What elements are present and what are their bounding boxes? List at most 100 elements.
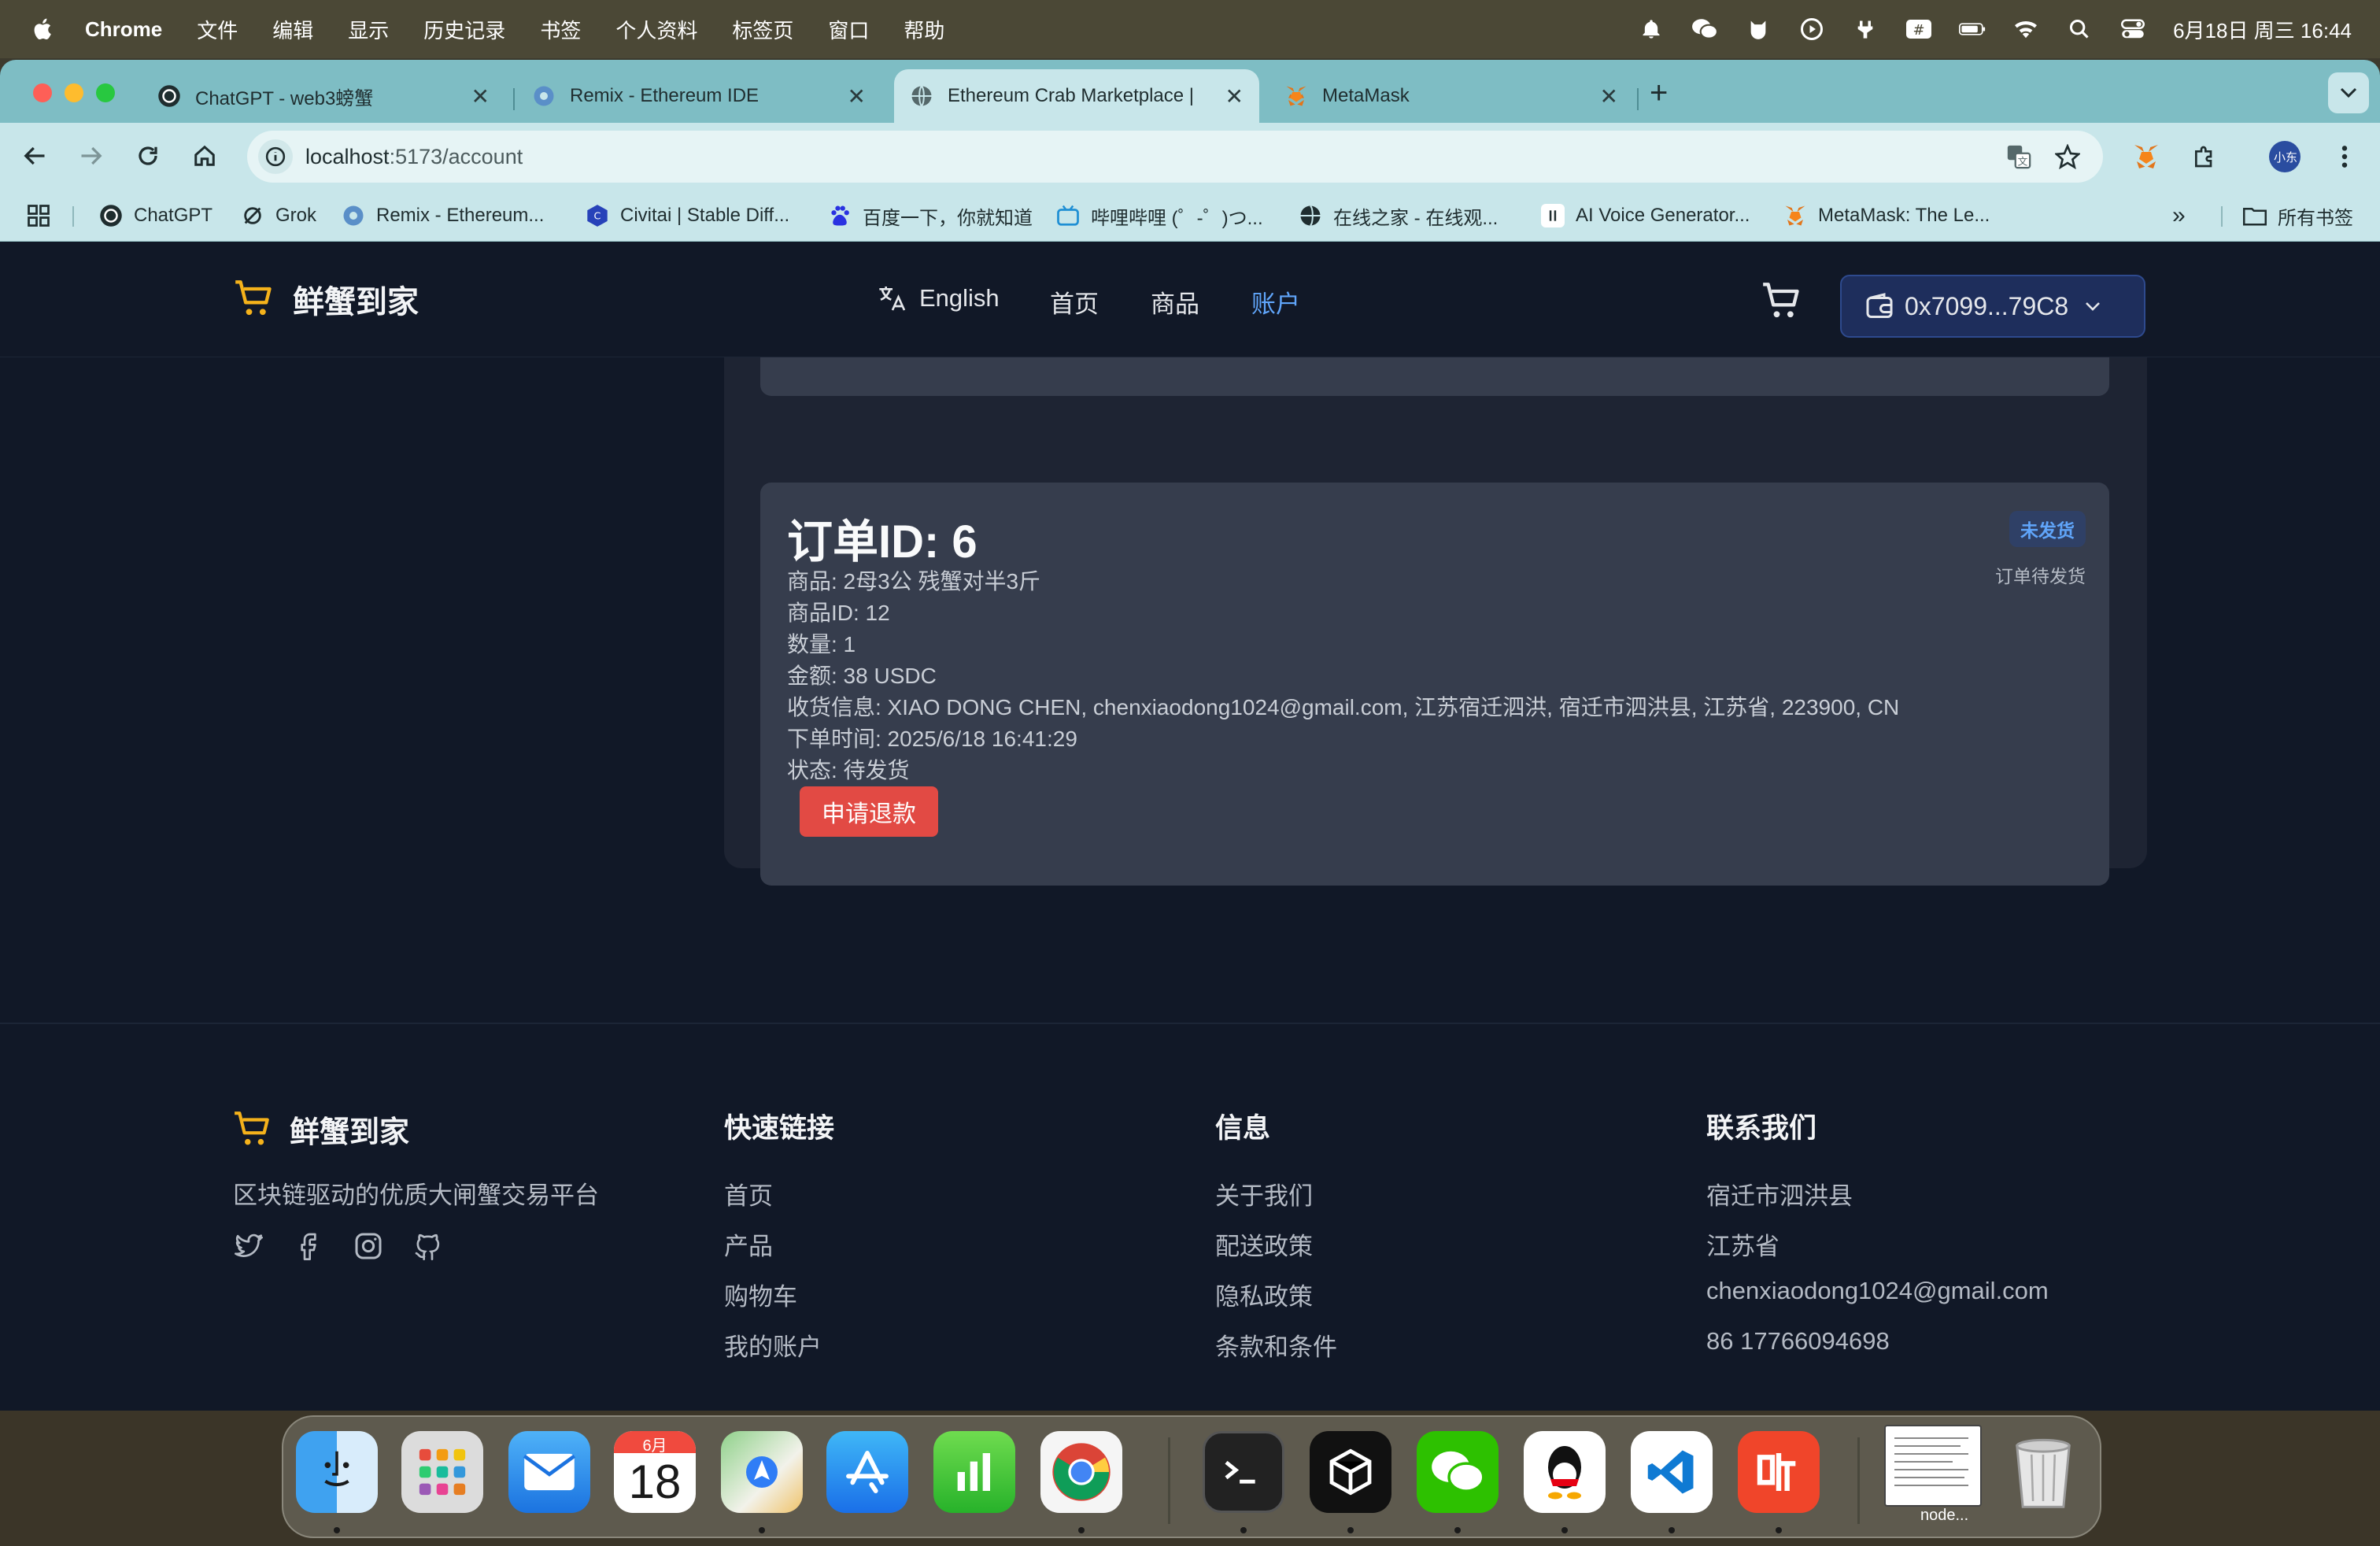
translate-icon[interactable]: 文 [2002, 140, 2035, 173]
maps-icon[interactable] [721, 1431, 803, 1513]
menu-bookmarks[interactable]: 书签 [540, 15, 581, 44]
menu-history[interactable]: 历史记录 [423, 15, 505, 44]
bookmark-remix[interactable]: Remix - Ethereum... [342, 202, 544, 230]
cart-button[interactable] [1761, 281, 1802, 322]
mail-icon[interactable] [508, 1431, 590, 1513]
instagram-icon[interactable] [353, 1230, 384, 1262]
tab-metamask[interactable]: MetaMask ✕ [1269, 69, 1634, 123]
wechat-icon[interactable] [1417, 1431, 1499, 1513]
close-tab-icon[interactable]: ✕ [471, 83, 490, 109]
close-tab-icon[interactable]: ✕ [1600, 83, 1618, 109]
wechat-icon[interactable] [1691, 16, 1719, 43]
url-text[interactable]: localhost:5173/account [305, 145, 523, 169]
footer-link-account[interactable]: 我的账户 [724, 1327, 834, 1378]
search-icon[interactable] [2066, 16, 2093, 43]
menu-file[interactable]: 文件 [197, 15, 238, 44]
vscode-icon[interactable] [1631, 1431, 1713, 1513]
footer-link-about[interactable]: 关于我们 [1215, 1176, 1337, 1226]
site-info-icon[interactable] [258, 139, 293, 174]
bookmark-grok[interactable]: Grok [241, 202, 316, 230]
chrome-icon[interactable] [1040, 1431, 1122, 1513]
footer-link-shipping[interactable]: 配送政策 [1215, 1226, 1337, 1277]
fork-icon[interactable] [1852, 16, 1879, 43]
footer-link-home[interactable]: 首页 [724, 1176, 834, 1226]
ting-icon[interactable] [1738, 1431, 1820, 1513]
github-icon[interactable] [412, 1230, 444, 1262]
apple-icon[interactable] [30, 16, 57, 43]
numbers-icon[interactable] [933, 1431, 1015, 1513]
footer-link-terms[interactable]: 条款和条件 [1215, 1327, 1337, 1378]
close-tab-icon[interactable]: ✕ [848, 83, 866, 109]
tab-remix[interactable]: Remix - Ethereum IDE ✕ [516, 69, 881, 123]
qq-icon[interactable] [1524, 1431, 1606, 1513]
cube-app-icon[interactable] [1310, 1431, 1391, 1513]
bookmark-bilibili[interactable]: 哔哩哔哩 (゜-゜)つ... [1056, 202, 1263, 230]
extensions-puzzle-icon[interactable] [2188, 140, 2221, 173]
macos-menu-bar: Chrome 文件 编辑 显示 历史记录 书签 个人资料 标签页 窗口 帮助 #… [0, 0, 2380, 58]
address-bar[interactable]: localhost:5173/account [247, 131, 2103, 183]
footer-link-cart[interactable]: 购物车 [724, 1277, 834, 1327]
footer-link-products[interactable]: 产品 [724, 1226, 834, 1277]
app-store-icon[interactable] [826, 1431, 908, 1513]
bookmark-chatgpt[interactable]: ChatGPT [99, 202, 213, 230]
hash-icon[interactable]: # [1905, 16, 1932, 43]
language-switcher[interactable]: English [877, 283, 1000, 314]
site-logo[interactable]: 鲜蟹到家 [233, 276, 419, 322]
trash-icon[interactable] [2002, 1431, 2084, 1513]
minimize-window-button[interactable] [65, 83, 83, 102]
close-window-button[interactable] [33, 83, 52, 102]
back-button[interactable] [19, 140, 50, 172]
finder-icon[interactable] [296, 1431, 378, 1513]
control-center-icon[interactable] [2119, 16, 2146, 43]
order-status: 状态: 待发货 [787, 758, 910, 782]
bookmark-zaixian[interactable]: 在线之家 - 在线观... [1299, 202, 1498, 230]
refund-button[interactable]: 申请退款 [800, 786, 938, 837]
menu-app-name[interactable]: Chrome [85, 17, 162, 42]
forward-button[interactable] [76, 140, 107, 172]
calendar-icon[interactable]: 6月 18 [614, 1431, 696, 1513]
bookmark-baidu[interactable]: 百度一下，你就知道 [828, 202, 1033, 230]
battery-icon[interactable] [1959, 16, 1986, 43]
zoom-window-button[interactable] [96, 83, 115, 102]
terminal-icon[interactable] [1203, 1431, 1284, 1513]
nav-home[interactable]: 首页 [1050, 284, 1099, 320]
bookmark-civitai[interactable]: C Civitai | Stable Diff... [586, 202, 789, 230]
contact-email[interactable]: chenxiaodong1024@gmail.com [1706, 1277, 2049, 1327]
menu-help[interactable]: 帮助 [904, 15, 944, 44]
tab-chatgpt[interactable]: ChatGPT - web3螃蟹 ✕ [142, 69, 505, 123]
cat-icon[interactable] [1745, 16, 1772, 43]
home-button[interactable] [189, 140, 220, 172]
wallet-button[interactable]: 0x7099...79C8 [1840, 275, 2145, 338]
menu-window[interactable]: 窗口 [828, 15, 869, 44]
reload-button[interactable] [132, 140, 164, 172]
nav-products[interactable]: 商品 [1151, 284, 1199, 320]
launchpad-icon[interactable] [401, 1431, 483, 1513]
wifi-icon[interactable] [2012, 16, 2039, 43]
menubar-clock[interactable]: 6月18日 周三 16:44 [2173, 15, 2352, 44]
footer-link-privacy[interactable]: 隐私政策 [1215, 1277, 1337, 1327]
menu-tabs[interactable]: 标签页 [732, 15, 793, 44]
play-circle-icon[interactable] [1798, 16, 1825, 43]
bookmark-ai-voice[interactable]: AI Voice Generator... [1541, 202, 1750, 230]
menu-edit[interactable]: 编辑 [272, 15, 313, 44]
tab-search-button[interactable] [2328, 72, 2369, 113]
node-window-icon[interactable] [1884, 1425, 1982, 1507]
new-tab-button[interactable]: + [1650, 76, 1668, 111]
bookmark-label: Grok [275, 205, 317, 226]
bell-icon[interactable] [1638, 16, 1665, 43]
menu-profiles[interactable]: 个人资料 [615, 15, 697, 44]
footer-logo[interactable]: 鲜蟹到家 [233, 1108, 409, 1151]
facebook-icon[interactable] [293, 1230, 324, 1262]
bookmark-metamask[interactable]: MetaMask: The Le... [1783, 202, 1990, 230]
twitter-icon[interactable] [233, 1230, 264, 1262]
tab-crab-marketplace[interactable]: Ethereum Crab Marketplace | ✕ [894, 69, 1259, 123]
bookmarks-overflow-button[interactable]: » [2172, 202, 2186, 230]
all-bookmarks-folder[interactable]: 所有书签 [2243, 202, 2353, 230]
more-menu-icon[interactable] [2328, 140, 2361, 173]
nav-account[interactable]: 账户 [1251, 284, 1300, 320]
metamask-extension-icon[interactable] [2130, 140, 2163, 173]
menu-view[interactable]: 显示 [348, 15, 389, 44]
bookmark-star-icon[interactable] [2051, 140, 2084, 173]
apps-grid-icon[interactable] [27, 202, 50, 230]
close-tab-icon[interactable]: ✕ [1225, 83, 1244, 109]
